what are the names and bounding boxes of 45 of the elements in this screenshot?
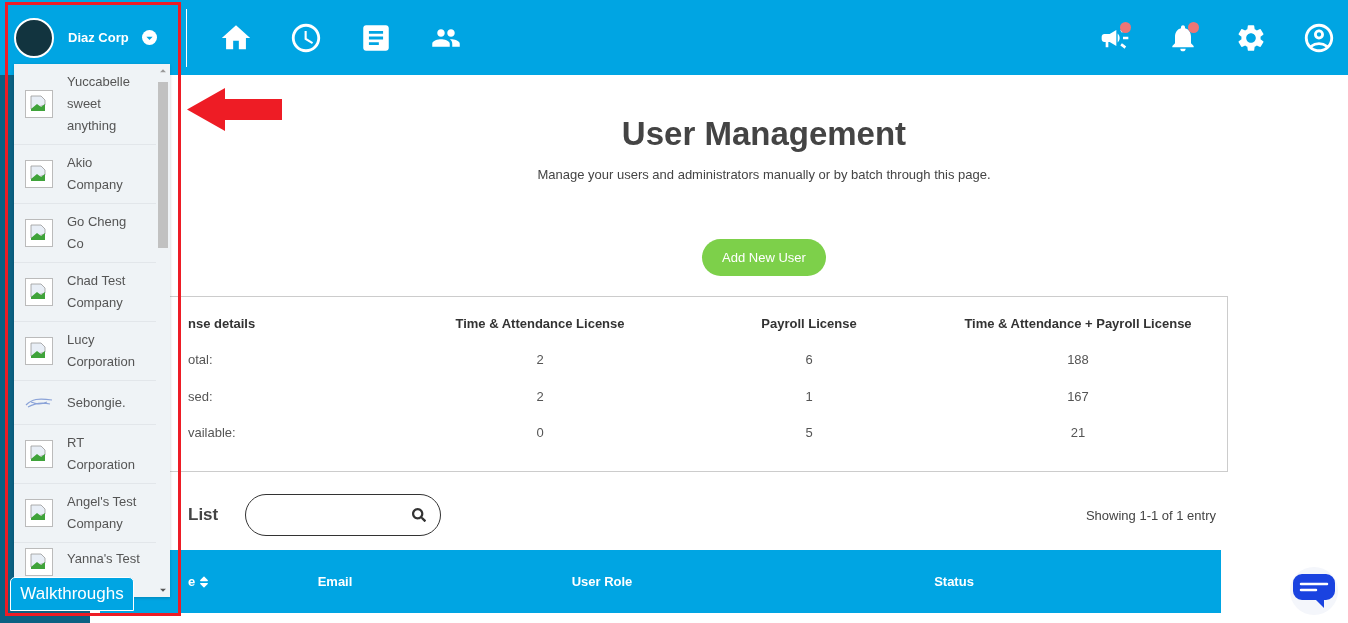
company-option[interactable]: Chad Test Company (14, 263, 156, 322)
company-option[interactable]: Yanna's Test (14, 543, 156, 577)
company-option[interactable]: Lucy Corporation (14, 322, 156, 381)
license-count: 21 (1070, 425, 1086, 441)
license-count: 1 (805, 388, 813, 404)
license-count: 188 (1067, 352, 1089, 368)
broken-image-icon (25, 548, 53, 576)
page-subtitle: Manage your users and administrators manually or by batch through this page. (536, 167, 992, 182)
license-header: nse details (188, 315, 256, 331)
company-option[interactable]: RT Corporation (14, 425, 156, 484)
entry-count: Showing 1-1 of 1 entry (1085, 507, 1216, 523)
broken-image-icon (25, 90, 53, 118)
company-avatar (14, 17, 54, 58)
company-option[interactable]: Yuccabelle sweet anything (14, 64, 156, 145)
row-label: vailable: (188, 425, 236, 441)
license-count: 5 (805, 425, 813, 441)
chat-button[interactable] (1290, 567, 1338, 615)
scrollbar-thumb[interactable] (158, 82, 168, 248)
column-header: Status (934, 574, 974, 589)
broken-image-icon (25, 160, 53, 188)
license-count: 0 (536, 425, 544, 441)
company-option[interactable]: Sebongie. (14, 381, 156, 425)
broken-image-icon (25, 219, 53, 247)
dropdown-caret-icon[interactable] (141, 30, 157, 45)
search-icon[interactable] (412, 508, 427, 522)
license-header: Payroll License (761, 315, 857, 331)
license-count: 2 (536, 352, 544, 368)
company-option[interactable]: Akio Company (14, 145, 156, 204)
broken-image-icon (25, 337, 53, 365)
license-count: 167 (1067, 388, 1089, 404)
license-header: Time & Attendance + Payroll License (964, 315, 1192, 331)
column-header: User Role (571, 574, 633, 589)
broken-image-icon (25, 499, 53, 527)
broken-image-icon (25, 278, 53, 306)
company-option[interactable]: Go Cheng Co (14, 204, 156, 263)
license-count: 2 (536, 388, 544, 404)
license-header: Time & Attendance License (455, 315, 625, 331)
license-count: 6 (805, 352, 813, 368)
list-title: List (188, 505, 219, 525)
broken-image-icon (25, 440, 53, 468)
row-label: sed: (188, 388, 213, 404)
logo-icon (25, 395, 53, 410)
column-header: Email (317, 574, 353, 589)
row-label: otal: (188, 352, 213, 368)
company-option[interactable]: Angel's Test Company (14, 484, 156, 543)
